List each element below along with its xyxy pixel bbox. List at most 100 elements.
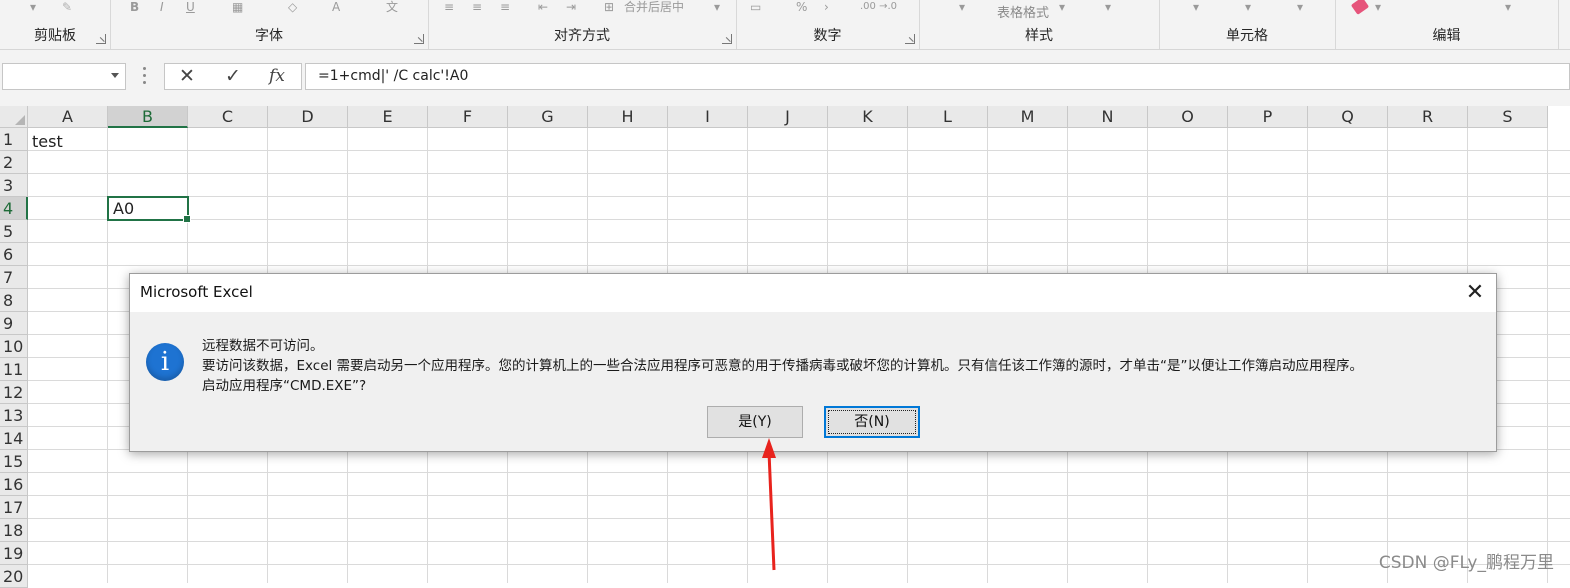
align-left-icon[interactable]: ≡ xyxy=(444,0,454,14)
comma-style-icon[interactable]: › xyxy=(824,0,829,14)
column-header-f[interactable]: F xyxy=(428,106,508,128)
merge-center-label[interactable]: 合并后居中 xyxy=(624,0,684,14)
merge-dropdown-icon[interactable]: ▾ xyxy=(714,0,720,14)
dialog-message-line-3: 启动应用程序“CMD.EXE”? xyxy=(202,378,367,394)
cell-b4-value: A0 xyxy=(113,199,135,218)
eraser-icon[interactable] xyxy=(1350,0,1370,15)
accounting-format-icon[interactable]: ▭ xyxy=(750,0,761,14)
no-button[interactable]: 否(N) xyxy=(824,406,920,438)
ribbon-group-label: 数字 xyxy=(813,28,842,44)
bold-icon[interactable]: B xyxy=(130,0,139,14)
alignment-launcher-icon[interactable] xyxy=(722,34,732,44)
cell-a1[interactable]: test xyxy=(32,130,63,153)
paste-dropdown-icon[interactable]: ▾ xyxy=(30,0,36,14)
name-box-dropdown-icon[interactable] xyxy=(111,73,119,78)
ribbon-group-number: ▭ % › .00 →.0 数字 xyxy=(736,0,920,49)
column-header-j[interactable]: J xyxy=(748,106,828,128)
formula-bar-grip-icon[interactable] xyxy=(143,67,146,85)
format-as-table-button[interactable]: 表格格式 xyxy=(997,2,1049,21)
column-header-d[interactable]: D xyxy=(268,106,348,128)
active-cell-b4[interactable]: A0 xyxy=(107,196,191,223)
format-dropdown-icon[interactable]: ▾ xyxy=(1297,0,1303,14)
column-header-q[interactable]: Q xyxy=(1308,106,1388,128)
enter-icon[interactable]: ✓ xyxy=(215,64,251,89)
row-header-4[interactable]: 4 xyxy=(0,197,28,220)
column-header-i[interactable]: I xyxy=(668,106,748,128)
align-right-icon[interactable]: ≡ xyxy=(500,0,510,14)
font-launcher-icon[interactable] xyxy=(414,34,424,44)
decrease-indent-icon[interactable]: ⇤ xyxy=(538,0,548,14)
row-header-20[interactable]: 20 xyxy=(0,565,28,588)
fill-color-icon[interactable]: ◇ xyxy=(288,0,297,14)
column-header-k[interactable]: K xyxy=(828,106,908,128)
column-header-p[interactable]: P xyxy=(1228,106,1308,128)
decimal-adjust-icon[interactable]: .00 →.0 xyxy=(860,0,897,14)
row-header-17[interactable]: 17 xyxy=(0,496,28,519)
ribbon-group-alignment: ≡ ≡ ≡ ⇤ ⇥ ⊞ 合并后居中 ▾ 对齐方式 xyxy=(428,0,737,49)
cancel-icon[interactable]: ✕ xyxy=(169,64,205,89)
row-header-2[interactable]: 2 xyxy=(0,151,28,174)
column-header-a[interactable]: A xyxy=(28,106,108,128)
name-box[interactable] xyxy=(2,63,126,90)
format-as-table-dropdown-icon[interactable]: ▾ xyxy=(1059,0,1065,14)
column-header-b[interactable]: B xyxy=(108,106,188,128)
cell-styles-dropdown-icon[interactable]: ▾ xyxy=(1105,0,1111,14)
conditional-format-dropdown-icon[interactable]: ▾ xyxy=(959,0,965,14)
column-header-s[interactable]: S xyxy=(1468,106,1548,128)
column-header-g[interactable]: G xyxy=(508,106,588,128)
row-header-16[interactable]: 16 xyxy=(0,473,28,496)
row-header-10[interactable]: 10 xyxy=(0,335,28,358)
column-header-l[interactable]: L xyxy=(908,106,988,128)
format-painter-icon[interactable]: ✎ xyxy=(62,0,72,14)
row-header-13[interactable]: 13 xyxy=(0,404,28,427)
column-header-e[interactable]: E xyxy=(348,106,428,128)
formula-buttons: ✕ ✓ fx xyxy=(164,63,302,90)
column-header-r[interactable]: R xyxy=(1388,106,1468,128)
row-header-12[interactable]: 12 xyxy=(0,381,28,404)
formula-input[interactable]: =1+cmd|' /C calc'!A0 xyxy=(305,63,1570,90)
column-header-m[interactable]: M xyxy=(988,106,1068,128)
ribbon-group-label: 编辑 xyxy=(1432,28,1461,44)
align-center-icon[interactable]: ≡ xyxy=(472,0,482,14)
number-launcher-icon[interactable] xyxy=(905,34,915,44)
phonetic-icon[interactable]: 文 xyxy=(386,0,398,14)
find-select-dropdown-icon[interactable]: ▾ xyxy=(1505,0,1511,14)
row-header-8[interactable]: 8 xyxy=(0,289,28,312)
dialog-title: Microsoft Excel xyxy=(140,283,253,301)
underline-icon[interactable]: U xyxy=(186,0,195,14)
clear-dropdown-icon[interactable]: ▾ xyxy=(1375,0,1381,14)
row-header-15[interactable]: 15 xyxy=(0,450,28,473)
ribbon: ▾ ✎ 剪贴板 B I U ▦ ◇ A 文 字体 ≡ ≡ ≡ ⇤ ⇥ ⊞ 合并后… xyxy=(0,0,1570,50)
column-header-h[interactable]: H xyxy=(588,106,668,128)
delete-dropdown-icon[interactable]: ▾ xyxy=(1245,0,1251,14)
percent-style-icon[interactable]: % xyxy=(796,0,807,14)
row-header-3[interactable]: 3 xyxy=(0,174,28,197)
font-color-icon[interactable]: A xyxy=(332,0,340,14)
merge-center-icon[interactable]: ⊞ xyxy=(604,0,614,14)
increase-indent-icon[interactable]: ⇥ xyxy=(566,0,576,14)
ribbon-group-cells: ▾ ▾ ▾ 单元格 xyxy=(1159,0,1336,49)
row-header-9[interactable]: 9 xyxy=(0,312,28,335)
select-all-button[interactable] xyxy=(0,106,28,128)
close-icon[interactable]: ✕ xyxy=(1464,282,1486,304)
ribbon-group-label: 对齐方式 xyxy=(554,28,610,44)
italic-icon[interactable]: I xyxy=(160,0,164,14)
insert-dropdown-icon[interactable]: ▾ xyxy=(1193,0,1199,14)
info-icon: i xyxy=(146,343,184,381)
row-header-19[interactable]: 19 xyxy=(0,542,28,565)
row-header-14[interactable]: 14 xyxy=(0,427,28,450)
row-header-1[interactable]: 1 xyxy=(0,128,28,151)
fill-handle[interactable] xyxy=(183,215,191,223)
clipboard-launcher-icon[interactable] xyxy=(96,34,106,44)
column-header-c[interactable]: C xyxy=(188,106,268,128)
borders-icon[interactable]: ▦ xyxy=(232,0,243,14)
insert-function-icon[interactable]: fx xyxy=(259,64,295,89)
column-header-o[interactable]: O xyxy=(1148,106,1228,128)
column-header-n[interactable]: N xyxy=(1068,106,1148,128)
security-dialog: Microsoft Excel ✕ i 远程数据不可访问。 要访问该数据，Exc… xyxy=(129,273,1497,452)
row-header-5[interactable]: 5 xyxy=(0,220,28,243)
row-header-6[interactable]: 6 xyxy=(0,243,28,266)
row-header-11[interactable]: 11 xyxy=(0,358,28,381)
row-header-18[interactable]: 18 xyxy=(0,519,28,542)
row-header-7[interactable]: 7 xyxy=(0,266,28,289)
